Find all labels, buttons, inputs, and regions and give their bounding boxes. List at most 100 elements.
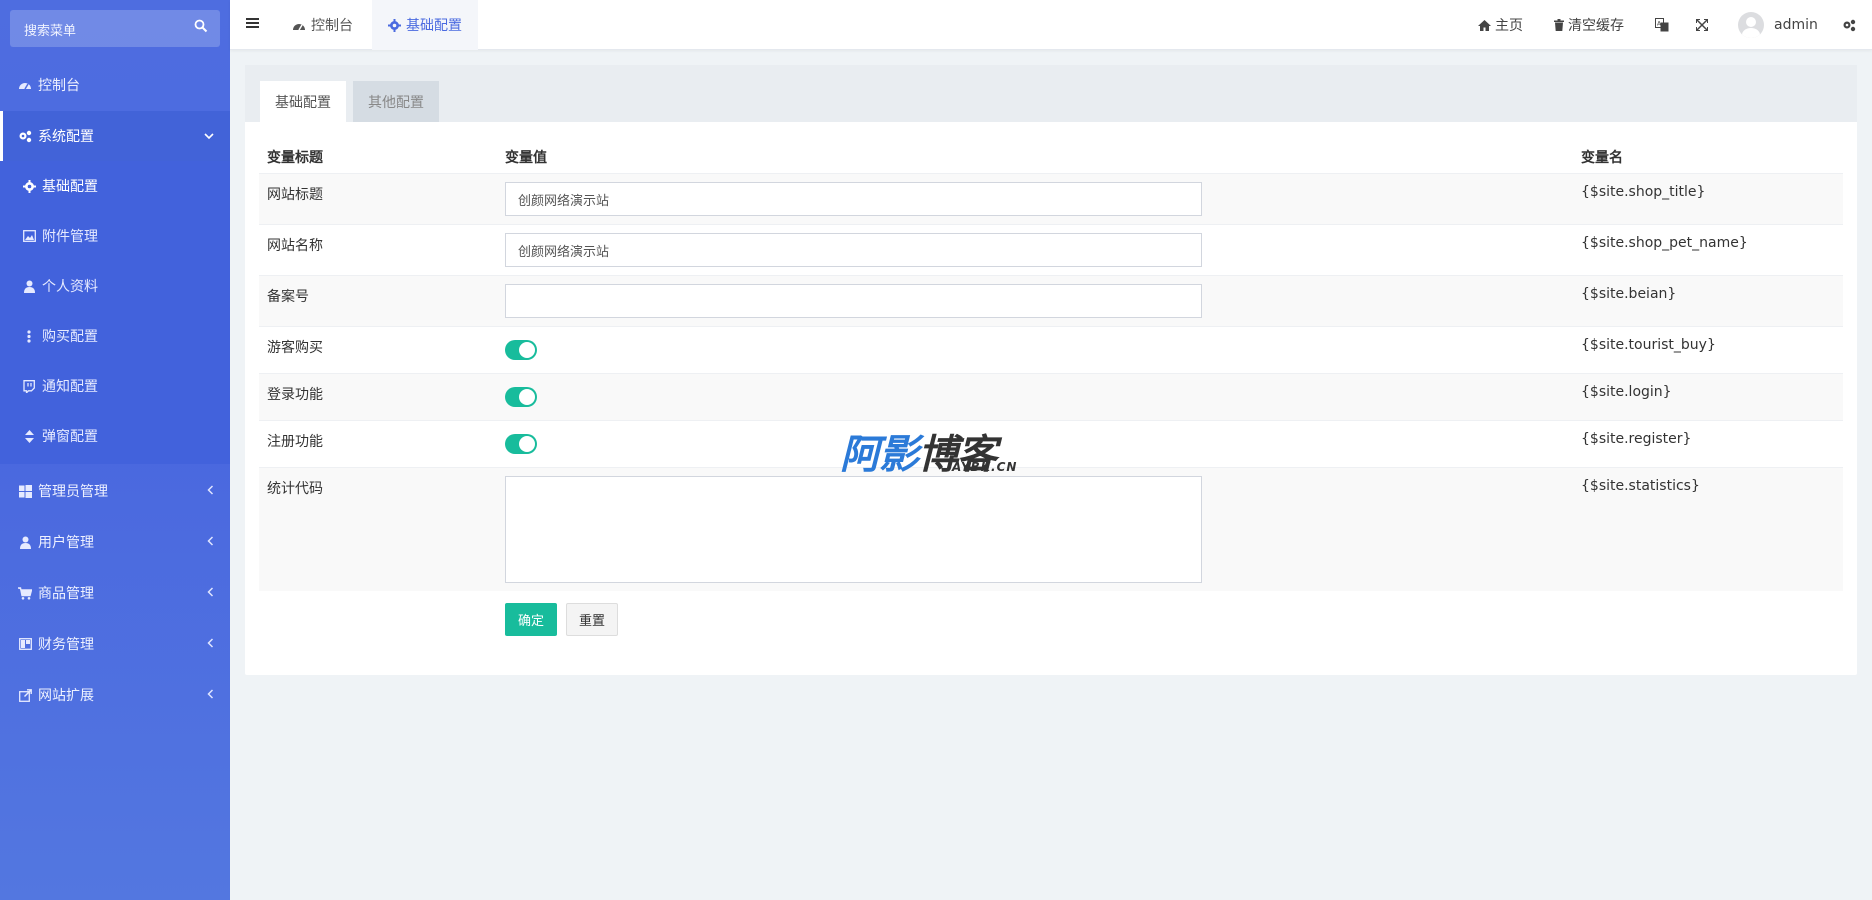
sidebar-item-admin-management[interactable]: 管理员管理 <box>0 466 230 516</box>
language-icon: A <box>1655 18 1669 32</box>
external-link-icon <box>18 688 32 702</box>
avatar <box>1738 12 1764 38</box>
username: admin <box>1774 17 1818 33</box>
row-varname: {$site.shop_title} <box>1581 184 1706 200</box>
row-title: 登录功能 <box>267 387 323 403</box>
subitem-label: 个人资料 <box>42 279 98 295</box>
subitem-label: 购买配置 <box>42 329 98 345</box>
gears-icon <box>18 129 32 143</box>
sidebar-subitem-popup-config[interactable]: 弹窗配置 <box>0 411 230 461</box>
search-icon[interactable] <box>194 19 208 37</box>
chevron-left-icon <box>207 535 214 549</box>
sidebar-item-finance-management[interactable]: 财务管理 <box>0 619 230 669</box>
sidebar-item-label: 商品管理 <box>38 586 94 602</box>
sidebar-item-user-management[interactable]: 用户管理 <box>0 517 230 567</box>
table-row: 注册功能 {$site.register} <box>259 420 1843 467</box>
sidebar-item-label: 财务管理 <box>38 637 94 653</box>
settings-button[interactable] <box>1842 0 1860 50</box>
dashboard-icon <box>292 20 306 31</box>
row-varname: {$site.tourist_buy} <box>1581 337 1716 353</box>
twitch-icon <box>22 379 36 393</box>
site-title-input[interactable] <box>505 182 1202 216</box>
language-switch-button[interactable]: A <box>1655 0 1673 50</box>
row-varname: {$site.shop_pet_name} <box>1581 235 1748 251</box>
watermark-logo: 阿影博客 AYBK.CN <box>840 422 1040 478</box>
sidebar-item-label: 管理员管理 <box>38 484 108 500</box>
row-title: 备案号 <box>267 289 309 305</box>
sidebar-subitem-purchase-config[interactable]: 购买配置 <box>0 311 230 361</box>
sidebar: 搜索菜单 控制台 系统配置 基础配置 附件管理 个人资料 购买配置 通知配置 弹… <box>0 0 230 900</box>
watermark-sub: AYBK.CN <box>952 460 1018 474</box>
table-row: 统计代码 {$site.statistics} <box>259 467 1843 591</box>
subitem-label: 通知配置 <box>42 379 98 395</box>
dashboard-icon <box>18 78 32 92</box>
image-icon <box>22 229 36 243</box>
row-title: 网站名称 <box>267 238 323 254</box>
home-link[interactable]: 主页 <box>1478 0 1523 50</box>
fullscreen-icon <box>1696 19 1708 31</box>
row-varname: {$site.register} <box>1581 431 1692 447</box>
tab-other-config[interactable]: 其他配置 <box>353 81 439 122</box>
column-header-title: 变量标题 <box>267 150 323 166</box>
clear-cache-label: 清空缓存 <box>1568 18 1624 34</box>
gears-icon <box>1842 18 1856 32</box>
header-tab-basic-config[interactable]: 基础配置 <box>372 0 478 50</box>
icp-number-input[interactable] <box>505 284 1202 318</box>
cart-icon <box>18 586 32 600</box>
site-name-input[interactable] <box>505 233 1202 267</box>
row-varname: {$site.login} <box>1581 384 1672 400</box>
chevron-left-icon <box>207 688 214 702</box>
subitem-label: 附件管理 <box>42 229 98 245</box>
sidebar-item-label: 网站扩展 <box>38 688 94 704</box>
sidebar-subitem-notify-config[interactable]: 通知配置 <box>0 361 230 411</box>
sidebar-item-product-management[interactable]: 商品管理 <box>0 568 230 618</box>
sidebar-subitem-basic-config[interactable]: 基础配置 <box>0 161 230 211</box>
row-title: 注册功能 <box>267 434 323 450</box>
row-varname: {$site.beian} <box>1581 286 1677 302</box>
home-icon <box>1478 19 1491 31</box>
menu-toggle-icon[interactable] <box>246 17 259 33</box>
chevron-down-icon <box>204 129 214 143</box>
sidebar-subitem-attachments[interactable]: 附件管理 <box>0 211 230 261</box>
user-menu[interactable]: admin <box>1738 0 1818 50</box>
chevron-left-icon <box>207 484 214 498</box>
header-tab-label: 基础配置 <box>406 18 462 34</box>
gear-icon <box>388 18 401 32</box>
table-row: 登录功能 {$site.login} <box>259 373 1843 420</box>
table-row: 备案号 {$site.beian} <box>259 275 1843 326</box>
tourist-buy-toggle[interactable] <box>505 340 537 360</box>
config-tabbar: 基础配置 其他配置 <box>245 65 1857 122</box>
sidebar-item-label: 用户管理 <box>38 535 94 551</box>
subitem-label: 基础配置 <box>42 179 98 195</box>
table-header-row: 变量标题 变量值 变量名 <box>259 137 1843 173</box>
table-row: 网站标题 {$site.shop_title} <box>259 173 1843 224</box>
column-header-value: 变量值 <box>505 150 547 166</box>
sidebar-search-input[interactable]: 搜索菜单 <box>10 10 220 47</box>
table-row: 游客购买 {$site.tourist_buy} <box>259 326 1843 373</box>
header-tab-dashboard[interactable]: 控制台 <box>276 0 369 50</box>
sidebar-item-system-config[interactable]: 系统配置 <box>0 111 230 161</box>
tab-basic-config[interactable]: 基础配置 <box>260 81 346 122</box>
row-varname: {$site.statistics} <box>1581 478 1700 494</box>
reset-button[interactable]: 重置 <box>566 603 618 636</box>
chevron-left-icon <box>207 637 214 651</box>
row-title: 游客购买 <box>267 340 323 356</box>
user-icon <box>18 535 32 549</box>
header-tab-label: 控制台 <box>311 18 353 34</box>
register-toggle[interactable] <box>505 434 537 454</box>
windows-icon <box>18 484 32 498</box>
submit-button[interactable]: 确定 <box>505 603 557 636</box>
sidebar-subitem-profile[interactable]: 个人资料 <box>0 261 230 311</box>
login-toggle[interactable] <box>505 387 537 407</box>
fullscreen-button[interactable] <box>1696 0 1712 50</box>
column-header-varname: 变量名 <box>1581 150 1623 166</box>
statistics-code-textarea[interactable] <box>505 476 1202 583</box>
trash-icon <box>1554 19 1564 31</box>
sidebar-item-label: 系统配置 <box>38 129 94 145</box>
clear-cache-button[interactable]: 清空缓存 <box>1554 0 1624 50</box>
config-panel: 基础配置 其他配置 变量标题 变量值 变量名 网站标题 {$site.shop_… <box>245 65 1857 675</box>
sidebar-item-label: 控制台 <box>38 78 80 94</box>
gear-icon <box>22 179 36 193</box>
sidebar-item-dashboard[interactable]: 控制台 <box>0 60 230 110</box>
sidebar-item-site-extension[interactable]: 网站扩展 <box>0 670 230 720</box>
